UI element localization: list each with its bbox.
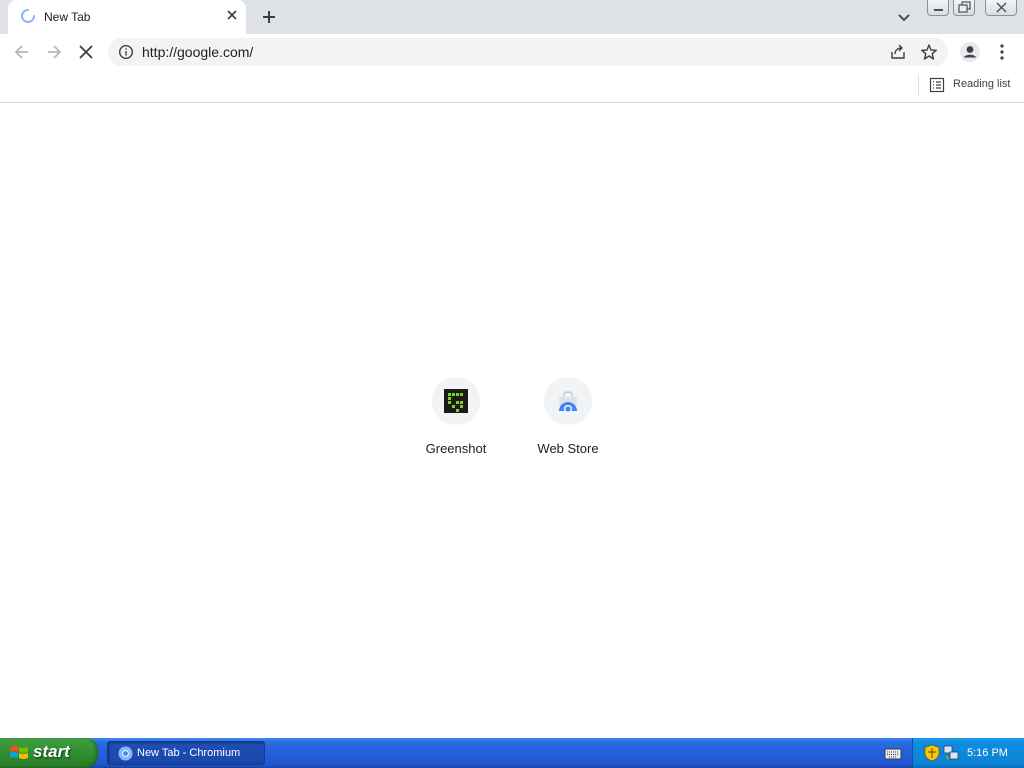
bookmark-star-icon[interactable] <box>920 43 938 61</box>
address-bar[interactable]: http://google.com/ <box>108 38 948 66</box>
close-window-button[interactable] <box>985 0 1017 16</box>
profile-avatar-icon[interactable] <box>959 41 981 63</box>
chromium-icon <box>118 746 133 761</box>
close-tab-icon[interactable] <box>224 7 240 23</box>
menu-dots-icon[interactable] <box>992 42 1012 62</box>
new-tab-button[interactable] <box>258 6 280 28</box>
shortcut-icon-circle <box>432 377 480 425</box>
minimize-button[interactable] <box>927 0 949 16</box>
divider <box>918 75 919 95</box>
reading-list-label: Reading list <box>953 78 1011 90</box>
web-store-icon <box>559 391 577 413</box>
back-arrow-icon[interactable] <box>12 42 32 62</box>
clock: 5:16 PM <box>967 747 1008 759</box>
reading-list-icon <box>929 77 945 93</box>
shortcut-label: Web Store <box>537 441 599 456</box>
close-window-icon <box>996 2 1007 13</box>
security-shield-icon[interactable] <box>924 744 940 762</box>
forward-arrow-icon[interactable] <box>44 42 64 62</box>
restore-icon <box>958 1 971 13</box>
site-info-icon[interactable] <box>118 44 134 60</box>
keyboard-language-icon[interactable] <box>884 745 902 761</box>
tab-new-tab[interactable]: New Tab <box>8 0 246 34</box>
new-tab-page: Greenshot Web Store <box>0 103 1024 738</box>
taskbar: start New Tab - Chromium <box>0 738 1024 768</box>
shortcut-greenshot[interactable]: Greenshot <box>400 375 512 465</box>
greenshot-icon <box>444 389 468 413</box>
windows-flag-icon <box>10 746 28 759</box>
share-icon[interactable] <box>889 43 907 61</box>
tab-strip: New Tab <box>0 0 1024 34</box>
bookmarks-bar: Reading list <box>0 70 1024 103</box>
loading-spinner-icon <box>21 9 35 23</box>
system-tray: 5:16 PM <box>912 738 1024 768</box>
browser-toolbar: http://google.com/ <box>0 34 1024 70</box>
minimize-icon <box>934 9 943 11</box>
taskbar-item-chromium[interactable]: New Tab - Chromium <box>107 741 265 765</box>
url-text[interactable]: http://google.com/ <box>142 44 253 60</box>
tab-search-chevron-icon[interactable] <box>895 8 913 26</box>
stop-loading-icon[interactable] <box>76 42 96 62</box>
network-icon[interactable] <box>943 744 959 761</box>
restore-button[interactable] <box>953 0 975 16</box>
start-label: start <box>33 742 70 761</box>
start-button[interactable]: start <box>0 738 98 768</box>
shortcut-label: Greenshot <box>425 441 487 456</box>
taskbar-item-label: New Tab - Chromium <box>137 747 241 759</box>
shortcut-icon-circle <box>544 377 592 425</box>
tab-title: New Tab <box>44 10 91 24</box>
shortcut-web-store[interactable]: Web Store <box>512 375 624 465</box>
